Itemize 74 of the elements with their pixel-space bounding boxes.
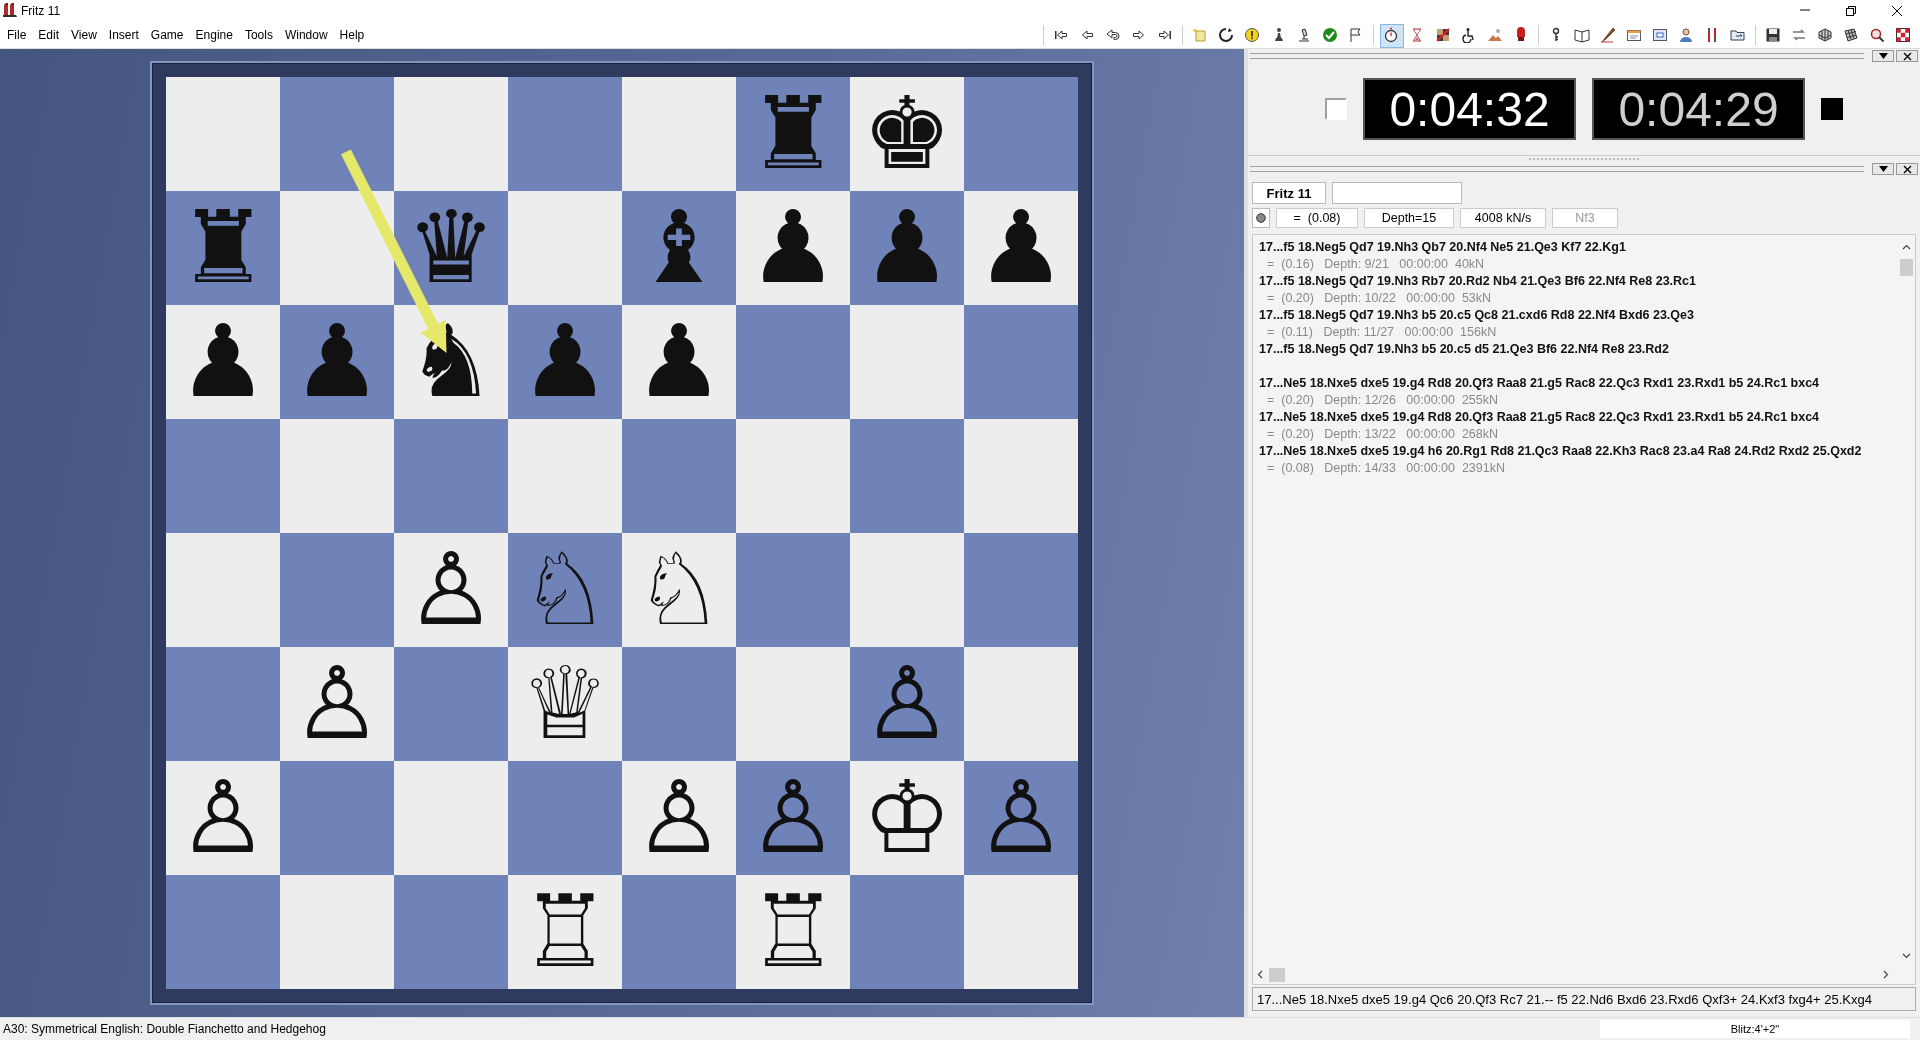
opening-name: A30: Symmetrical English: Double Fianchetto and Hedgehog	[2, 1022, 327, 1036]
pane-menu-button[interactable]	[1872, 50, 1894, 62]
variation-line[interactable]: 17...Ne5 18.Nxe5 dxe5 19.g4 Rd8 20.Qf3 Raa8 21.g5 Rac8 22.Qc3 Rxd1 23.Rxd1 b5 24.Rc1 bxc4	[1259, 375, 1892, 392]
chess-piece[interactable]: ♟	[976, 198, 1066, 298]
menu-item[interactable]: View	[66, 25, 102, 45]
chess-piece[interactable]: ♙	[634, 768, 724, 868]
chess-piece[interactable]: ♖	[520, 882, 610, 982]
window-title: Fritz 11	[21, 4, 62, 18]
scrollbar-thumb[interactable]	[1269, 968, 1285, 982]
engine-eval-readout: = (0.08)	[1276, 208, 1358, 228]
close-icon	[1891, 5, 1903, 17]
menu-item[interactable]: File	[2, 25, 32, 45]
chess-piece[interactable]: ♙	[862, 654, 952, 754]
menu-item[interactable]: Edit	[33, 25, 65, 45]
chess-piece[interactable]: ♙	[292, 654, 382, 754]
clock-display: 0:04:32	[1363, 78, 1576, 140]
scrollbar-thumb[interactable]	[1900, 259, 1913, 276]
engine-input-field[interactable]	[1332, 182, 1462, 204]
variation-line[interactable]: 17...f5 18.Neg5 Qd7 19.Nh3 Qb7 20.Nf4 Ne5 21.Qe3 Kf7 22.Kg1	[1259, 239, 1892, 256]
engine-depth-readout: Depth=15	[1364, 208, 1454, 228]
chess-piece[interactable]: ♙	[178, 768, 268, 868]
dropdown-triangle-icon	[1878, 166, 1888, 172]
chess-piece[interactable]: ♟	[292, 312, 382, 412]
best-line-text: 17...Ne5 18.Nxe5 dxe5 19.g4 Qc6 20.Qf3 Rc7 21.-- f5 22.Nd6 Bxd6 23.Rxd6 Qxf3+ 24.Kxf3 fxg4+ 25.Kxg4	[1252, 987, 1916, 1011]
chess-piece[interactable]: ♙	[748, 768, 838, 868]
chess-piece[interactable]: ♕	[520, 654, 610, 754]
engine-name-button[interactable]: Fritz 11	[1252, 182, 1326, 204]
variation-info: = (0.20) Depth: 10/22 00:00:00 53kN	[1266, 290, 1493, 307]
engine-move-readout: Nf3	[1552, 208, 1618, 228]
engine-status-button[interactable]	[1252, 208, 1270, 228]
time-control: Blitz:4'+2"	[1600, 1020, 1910, 1038]
pane-close-button[interactable]	[1896, 163, 1918, 175]
variation-info: = (0.20) Depth: 13/22 00:00:00 268kN	[1266, 426, 1500, 443]
chess-piece[interactable]: ♛	[406, 198, 496, 298]
chess-piece[interactable]: ♖	[748, 882, 838, 982]
stopwatch-icon[interactable]	[1380, 24, 1402, 46]
chess-piece[interactable]: ♟	[178, 312, 268, 412]
pane-menu-button[interactable]	[1872, 163, 1894, 175]
menu-item[interactable]: Engine	[190, 25, 238, 45]
chess-piece[interactable]: ♟	[862, 198, 952, 298]
chess-piece[interactable]: ♙	[406, 540, 496, 640]
chess-piece[interactable]: ♟	[748, 198, 838, 298]
chess-piece[interactable]: ♟	[634, 312, 724, 412]
variation-info: = (0.08) Depth: 14/33 00:00:00 2391kN	[1266, 460, 1506, 477]
chess-piece[interactable]: ♘	[634, 540, 724, 640]
variation-line[interactable]: 17...f5 18.Neg5 Qd7 19.Nh3 b5 20.c5 Qc8 21.cxd6 Rd8 22.Nf4 Bxd6 23.Qe3	[1259, 307, 1892, 324]
variation-info: = (0.20) Depth: 12/26 00:00:00 255kN	[1266, 392, 1500, 409]
menu-item[interactable]: Help	[334, 25, 370, 45]
chess-piece[interactable]: ♚	[862, 84, 952, 184]
menu-item[interactable]: Window	[279, 25, 333, 45]
engine-speed-readout: 4008 kN/s	[1460, 208, 1546, 228]
chess-piece[interactable]: ♜	[178, 198, 268, 298]
variation-line[interactable]: 17...f5 18.Neg5 Qd7 19.Nh3 b5 20.c5 d5 21.Qe3 Bf6 22.Nf4 Re8 23.Rd2	[1259, 341, 1892, 358]
restore-icon	[1845, 5, 1857, 17]
chess-piece[interactable]: ♝	[634, 198, 724, 298]
variation-line[interactable]: 17...Ne5 18.Nxe5 dxe5 19.g4 Rd8 20.Qf3 Raa8 21.g5 Rac8 22.Qc3 Rxd1 23.Rxd1 b5 24.Rc1 bxc4	[1259, 409, 1892, 426]
chess-piece[interactable]: ♟	[520, 312, 610, 412]
menu-item[interactable]: Insert	[103, 25, 144, 45]
chess-piece[interactable]: ♔	[862, 768, 952, 868]
pane-close-button[interactable]	[1896, 50, 1918, 62]
chess-piece[interactable]: ♘	[520, 540, 610, 640]
variation-info: = (0.11) Depth: 11/27 00:00:00 156kN	[1266, 324, 1498, 341]
close-icon	[1902, 164, 1912, 174]
clock-display: 0:04:29	[1592, 78, 1805, 140]
variation-line[interactable]: 17...Ne5 18.Nxe5 dxe5 19.g4 h6 20.Rg1 Rd8 21.Qc3 Raa8 22.Kh3 Rac8 23.a4 Ra8 24.Rd2 Rxd2 25.Qxd2	[1259, 443, 1892, 460]
chess-piece[interactable]: ♙	[976, 768, 1066, 868]
close-icon	[1902, 51, 1912, 61]
chess-piece[interactable]: ♜	[748, 84, 838, 184]
variation-info: = (0.16) Depth: 9/21 00:00:00 40kN	[1266, 256, 1486, 273]
dropdown-triangle-icon	[1878, 53, 1888, 59]
status-dot-icon	[1256, 213, 1266, 223]
menu-item[interactable]: Game	[145, 25, 189, 45]
variation-line[interactable]: 17...f5 18.Neg5 Qd7 19.Nh3 Rb7 20.Rd2 Nb4 21.Qe3 Bf6 22.Nf4 Re8 23.Rc1	[1259, 273, 1892, 290]
menu-item[interactable]: Tools	[239, 25, 278, 45]
